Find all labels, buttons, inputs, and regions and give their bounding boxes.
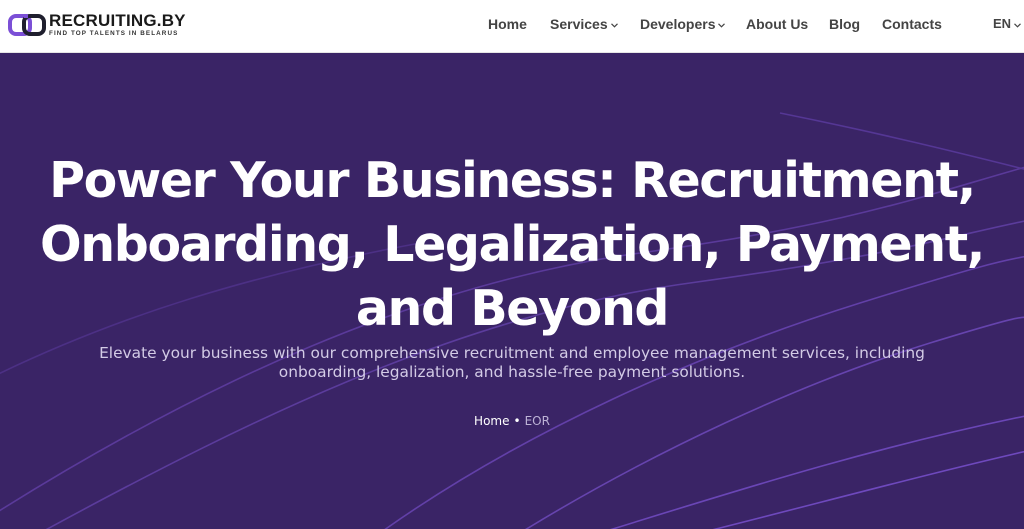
breadcrumb-separator: • <box>513 414 521 428</box>
breadcrumb-current: EOR <box>524 414 550 428</box>
nav-item-label: About Us <box>746 16 809 32</box>
nav-item-services[interactable]: Services <box>550 15 618 33</box>
nav-item-blog[interactable]: Blog <box>829 15 860 33</box>
main-navigation: Home Services Developers About Us Blog C… <box>0 0 1024 46</box>
hero-title-line: and Beyond <box>355 280 670 337</box>
chevron-down-icon <box>718 22 726 28</box>
nav-item-developers[interactable]: Developers <box>640 15 726 33</box>
language-label: EN <box>993 16 1012 31</box>
chevron-down-icon <box>1014 22 1021 28</box>
language-selector[interactable]: EN <box>993 15 1021 33</box>
nav-item-label: Blog <box>829 16 861 32</box>
breadcrumb-home-link[interactable]: Home <box>474 414 509 428</box>
nav-item-contacts[interactable]: Contacts <box>882 15 942 33</box>
hero-title-line: Power Your Business: Recruitment, <box>49 152 976 209</box>
nav-item-home[interactable]: Home <box>488 15 527 33</box>
nav-item-label: Contacts <box>882 16 942 32</box>
hero-title-line: Onboarding, Legalization, Payment, <box>40 216 985 273</box>
site-header: RECRUITING.BY FIND TOP TALENTS IN BELARU… <box>0 0 1024 53</box>
breadcrumb: Home • EOR <box>0 413 1024 429</box>
nav-item-about-us[interactable]: About Us <box>746 15 808 33</box>
hero-subtitle: Elevate your business with our comprehen… <box>90 344 934 382</box>
hero-subtitle-line: onboarding, legalization, and hassle-fre… <box>278 363 746 381</box>
hero-subtitle-line: Elevate your business with our comprehen… <box>99 344 925 362</box>
nav-item-label: Services <box>550 16 608 32</box>
nav-item-label: Home <box>488 16 527 32</box>
nav-item-label: Developers <box>640 16 716 32</box>
hero-title: Power Your Business: Recruitment, Onboar… <box>40 149 985 341</box>
chevron-down-icon <box>610 22 618 28</box>
hero-section: Power Your Business: Recruitment, Onboar… <box>0 53 1024 529</box>
